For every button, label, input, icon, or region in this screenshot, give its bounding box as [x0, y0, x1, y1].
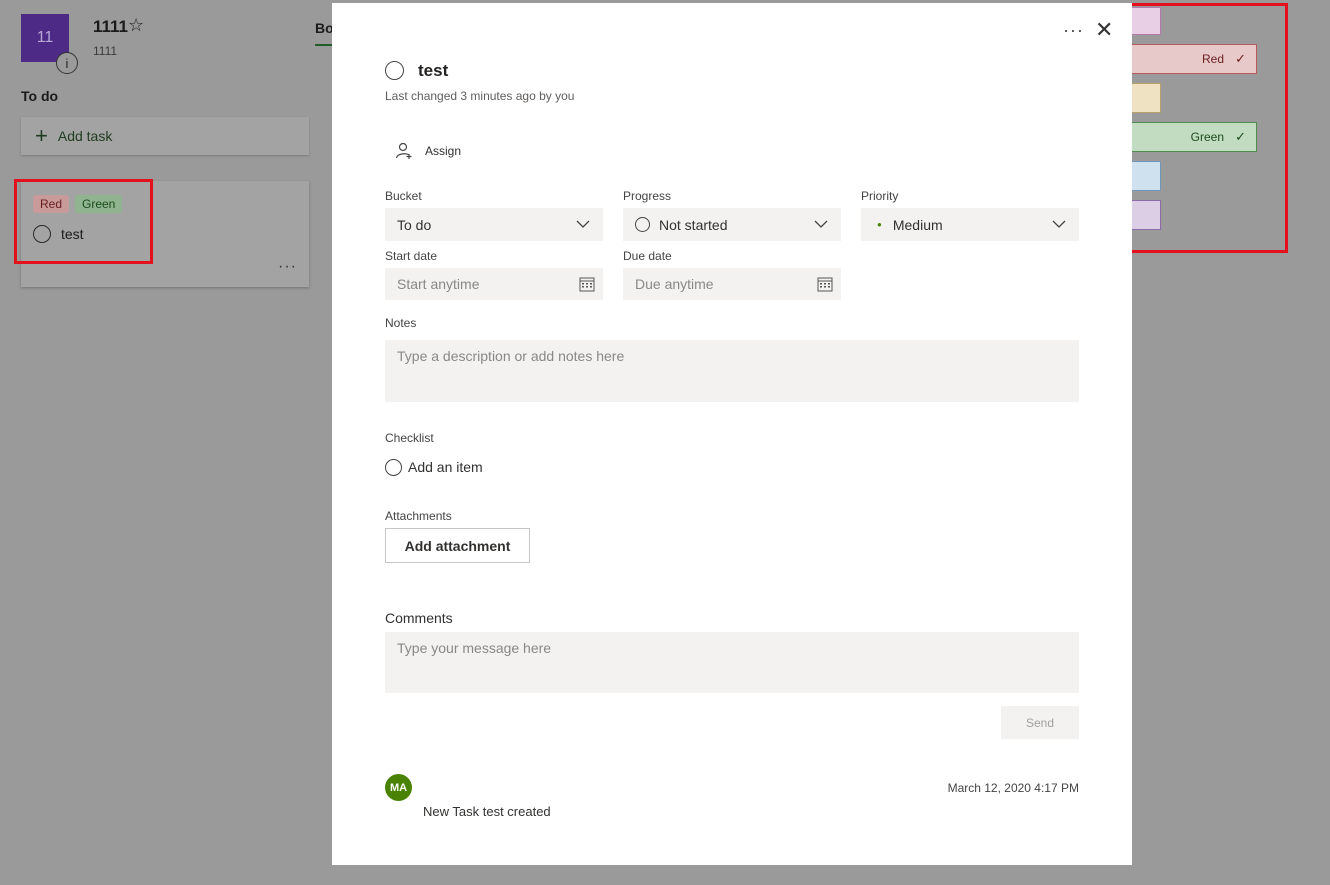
last-changed-text: Last changed 3 minutes ago by you	[385, 89, 574, 103]
progress-label: Progress	[623, 189, 671, 203]
comment-input[interactable]: Type your message here	[385, 632, 1079, 693]
attachments-label: Attachments	[385, 509, 452, 523]
calendar-icon	[817, 276, 833, 292]
start-date-placeholder: Start anytime	[397, 276, 479, 292]
assign-person-icon	[395, 142, 413, 160]
complete-circle-icon[interactable]	[385, 61, 404, 80]
info-icon[interactable]: i	[56, 52, 78, 74]
add-task-label: Add task	[58, 128, 112, 144]
priority-dot-icon: ●	[877, 220, 882, 229]
tab-board-underline	[315, 44, 332, 46]
priority-select[interactable]: ● Medium	[861, 208, 1079, 241]
activity-timestamp: March 12, 2020 4:17 PM	[948, 781, 1079, 795]
send-label: Send	[1026, 716, 1054, 730]
start-date-input[interactable]: Start anytime	[385, 268, 603, 300]
add-task-button[interactable]: + Add task	[21, 117, 309, 155]
notes-textarea[interactable]: Type a description or add notes here	[385, 340, 1079, 402]
assign-button[interactable]: Assign	[395, 142, 461, 160]
start-date-label: Start date	[385, 249, 437, 263]
plus-icon: +	[35, 125, 48, 147]
priority-label: Priority	[861, 189, 898, 203]
comments-label: Comments	[385, 610, 453, 626]
add-attachment-button[interactable]: Add attachment	[385, 528, 530, 563]
task-title[interactable]: test	[418, 61, 448, 81]
due-date-placeholder: Due anytime	[635, 276, 714, 292]
add-checklist-item-input[interactable]: Add an item	[408, 459, 483, 475]
checklist-label: Checklist	[385, 431, 434, 445]
more-options-icon[interactable]: ···	[278, 258, 297, 276]
star-icon[interactable]: ☆	[128, 15, 144, 36]
chevron-down-icon	[1051, 216, 1067, 232]
highlight-box-card	[14, 179, 153, 264]
assign-label: Assign	[425, 144, 461, 158]
bucket-label: Bucket	[385, 189, 422, 203]
comment-placeholder: Type your message here	[397, 640, 551, 656]
task-details-dialog: ··· ✕ test Last changed 3 minutes ago by…	[332, 3, 1132, 865]
chevron-down-icon	[575, 216, 591, 232]
avatar: MA	[385, 774, 412, 801]
notes-placeholder: Type a description or add notes here	[397, 348, 624, 364]
due-date-label: Due date	[623, 249, 672, 263]
send-button[interactable]: Send	[1001, 706, 1079, 739]
checklist-circle-icon	[385, 459, 402, 476]
priority-value: Medium	[893, 217, 943, 233]
not-started-circle-icon	[635, 217, 650, 232]
progress-select[interactable]: Not started	[623, 208, 841, 241]
plan-tile-text: 11	[37, 29, 54, 47]
bucket-title: To do	[21, 88, 58, 104]
bucket-value: To do	[397, 217, 431, 233]
highlight-box-labels	[1122, 3, 1288, 253]
plan-subtitle: 1111	[93, 44, 117, 58]
progress-value: Not started	[659, 217, 727, 233]
close-icon[interactable]: ✕	[1095, 17, 1113, 43]
tab-board[interactable]: Bo	[315, 20, 334, 36]
add-attachment-label: Add attachment	[405, 538, 511, 554]
due-date-input[interactable]: Due anytime	[623, 268, 841, 300]
chevron-down-icon	[813, 216, 829, 232]
plan-name: 1111	[93, 17, 128, 37]
notes-label: Notes	[385, 316, 416, 330]
bucket-select[interactable]: To do	[385, 208, 603, 241]
activity-text: New Task test created	[423, 804, 551, 819]
more-options-icon[interactable]: ···	[1063, 20, 1084, 41]
calendar-icon	[579, 276, 595, 292]
